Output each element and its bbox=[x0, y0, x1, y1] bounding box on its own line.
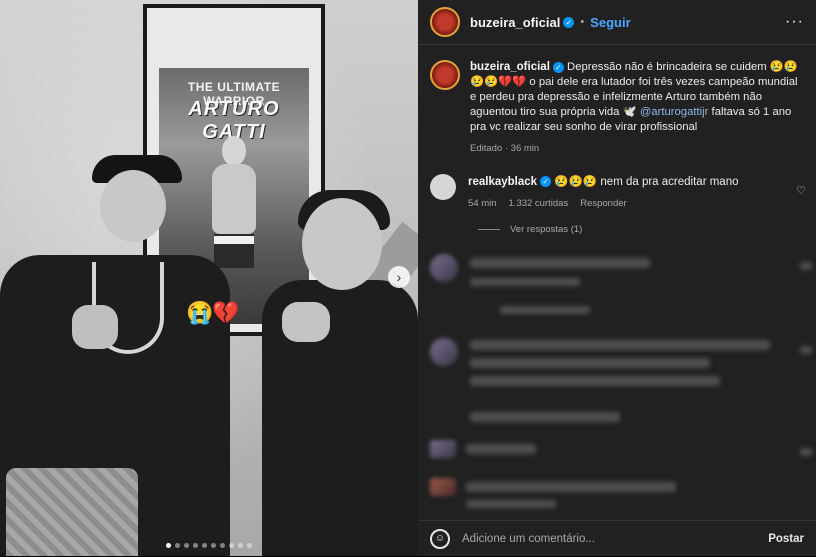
caption-username[interactable]: buzeira_oficial bbox=[470, 61, 550, 73]
blurred-text bbox=[466, 444, 536, 454]
comment-composer: ☺ Adicione um comentário... Postar bbox=[418, 520, 816, 557]
comment-text: 😢😢😢 nem da pra acreditar mano bbox=[551, 176, 739, 188]
blurred-text bbox=[466, 482, 676, 492]
next-photo-button[interactable]: › bbox=[388, 266, 410, 288]
blurred-text bbox=[470, 358, 710, 368]
post-header: buzeira_oficial ✓ • Seguir ··· bbox=[418, 0, 816, 45]
carousel-dot bbox=[238, 543, 243, 548]
caption-verified-icon: ✓ bbox=[552, 61, 564, 73]
blurred-heart bbox=[800, 262, 812, 270]
author-username[interactable]: buzeira_oficial bbox=[470, 15, 560, 30]
blurred-comment bbox=[430, 478, 810, 516]
blurred-text bbox=[466, 500, 556, 508]
blurred-text bbox=[470, 376, 720, 386]
blurred-avatar bbox=[430, 478, 456, 496]
like-heart-icon[interactable]: ♡ bbox=[796, 184, 806, 197]
crying-emoji-sticker: 😭 bbox=[186, 300, 214, 325]
follow-button[interactable]: Seguir bbox=[590, 15, 630, 30]
carousel-dot bbox=[247, 543, 252, 548]
comment-body: realkayblack ✓ 😢😢😢 nem da pra acreditar m… bbox=[468, 174, 788, 212]
separator-dot: • bbox=[580, 16, 585, 28]
carousel-dot bbox=[211, 543, 216, 548]
caption-avatar[interactable] bbox=[430, 60, 460, 90]
comment-meta: 54 min 1.332 curtidas Responder bbox=[468, 196, 788, 212]
carousel-dot bbox=[220, 543, 225, 548]
caption-text: buzeira_oficial ✓ Depressão não é brincad… bbox=[470, 60, 805, 156]
view-replies[interactable]: Ver respostas (1) bbox=[478, 224, 582, 235]
commenter-username[interactable]: realkayblack bbox=[468, 176, 537, 188]
blurred-text bbox=[500, 306, 590, 314]
comment-likes[interactable]: 1.332 curtidas bbox=[509, 196, 569, 212]
person-right-head bbox=[302, 198, 382, 290]
comment-input[interactable]: Adicione um comentário... bbox=[462, 533, 768, 545]
carousel-dot bbox=[202, 543, 207, 548]
more-options-icon[interactable]: ··· bbox=[785, 13, 804, 31]
verified-badge-icon: ✓ bbox=[563, 16, 575, 28]
commenter-avatar[interactable] bbox=[430, 174, 456, 200]
comment-time: 54 min bbox=[468, 198, 497, 209]
blurred-text bbox=[470, 278, 580, 286]
post-caption: buzeira_oficial ✓ Depressão não é brincad… bbox=[430, 60, 810, 156]
person-left-fist bbox=[72, 305, 118, 349]
blurred-heart bbox=[800, 346, 812, 354]
blurred-comment bbox=[430, 254, 812, 292]
blurred-comment bbox=[430, 300, 810, 338]
carousel-dot bbox=[229, 543, 234, 548]
blurred-avatar bbox=[430, 254, 458, 282]
carousel-dot bbox=[193, 543, 198, 548]
boxer-head bbox=[222, 136, 246, 166]
carousel-dot bbox=[184, 543, 189, 548]
boxer-torso bbox=[212, 164, 256, 234]
carousel-dot bbox=[166, 543, 171, 548]
blurred-avatar bbox=[430, 440, 456, 458]
person-right-fist bbox=[282, 302, 330, 342]
blurred-avatar bbox=[430, 338, 458, 366]
blurred-text bbox=[470, 412, 620, 422]
blurred-heart bbox=[800, 448, 812, 456]
comment-item: realkayblack ✓ 😢😢😢 nem da pra acreditar m… bbox=[430, 174, 810, 212]
blurred-text bbox=[470, 258, 650, 268]
reply-button[interactable]: Responder bbox=[580, 196, 626, 212]
view-replies-label[interactable]: Ver respostas (1) bbox=[510, 224, 582, 235]
comments-panel: buzeira_oficial ✓ • Seguir ··· buzeira_o… bbox=[418, 0, 816, 556]
blurred-comment bbox=[430, 440, 812, 478]
caption-meta: Editado · 36 min bbox=[470, 143, 540, 154]
author-avatar[interactable] bbox=[430, 7, 460, 37]
post-button[interactable]: Postar bbox=[768, 533, 804, 545]
boxer-belt bbox=[214, 236, 254, 244]
instagram-post-modal: THE ULTIMATE WARRIOR ARTURO GATTI 😭 💔 › bbox=[0, 0, 816, 556]
person-left-head bbox=[100, 170, 166, 242]
replies-line bbox=[478, 229, 500, 230]
commenter-verified-icon: ✓ bbox=[540, 176, 552, 188]
caption-mention-link[interactable]: @arturogattijr bbox=[640, 106, 709, 118]
carousel-dot bbox=[175, 543, 180, 548]
post-photo[interactable]: THE ULTIMATE WARRIOR ARTURO GATTI 😭 💔 › bbox=[0, 0, 418, 556]
blurred-comment bbox=[430, 338, 812, 386]
broken-heart-sticker: 💔 bbox=[212, 300, 240, 325]
carousel-indicator bbox=[0, 543, 418, 548]
emoji-picker-icon[interactable]: ☺ bbox=[430, 529, 450, 549]
blurred-text bbox=[470, 340, 770, 350]
